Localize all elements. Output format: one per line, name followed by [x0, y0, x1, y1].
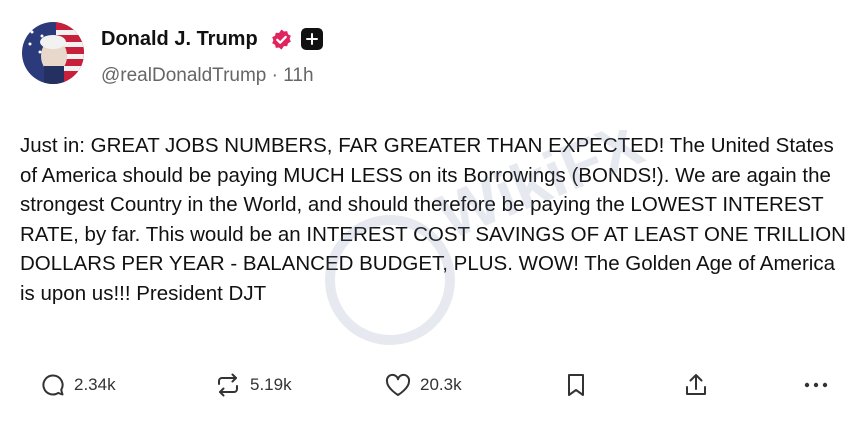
author-meta: @realDonaldTrump · 11h	[101, 64, 314, 88]
share-button[interactable]	[683, 365, 709, 405]
reply-icon	[42, 374, 64, 396]
author-handle[interactable]: @realDonaldTrump	[101, 65, 266, 86]
post-text: Just in: GREAT JOBS NUMBERS, FAR GREATER…	[20, 134, 846, 305]
meta-separator: ·	[271, 65, 278, 86]
like-count: 20.3k	[420, 375, 462, 394]
follow-button[interactable]	[301, 28, 323, 50]
author-name[interactable]: Donald J. Trump	[101, 27, 258, 51]
verified-badge-icon	[272, 29, 291, 50]
more-icon	[804, 382, 828, 388]
reply-button[interactable]: 2.34k	[40, 365, 116, 405]
repost-count: 5.19k	[250, 375, 292, 394]
like-button[interactable]: 20.3k	[384, 365, 462, 405]
heart-icon	[385, 373, 411, 396]
share-icon	[686, 374, 706, 395]
action-bar: 2.34k 5.19k 20.3k	[0, 365, 865, 405]
post-time[interactable]: 11h	[283, 65, 313, 86]
reply-count: 2.34k	[74, 375, 116, 394]
repost-icon	[218, 373, 238, 397]
bookmark-icon	[568, 374, 584, 396]
avatar[interactable]	[22, 22, 84, 84]
avatar-image	[22, 22, 84, 84]
more-button[interactable]	[802, 365, 830, 405]
post-card: Donald J. Trump @realDonaldTrump · 11h J…	[0, 0, 865, 432]
repost-button[interactable]: 5.19k	[214, 365, 292, 405]
bookmark-button[interactable]	[565, 365, 587, 405]
